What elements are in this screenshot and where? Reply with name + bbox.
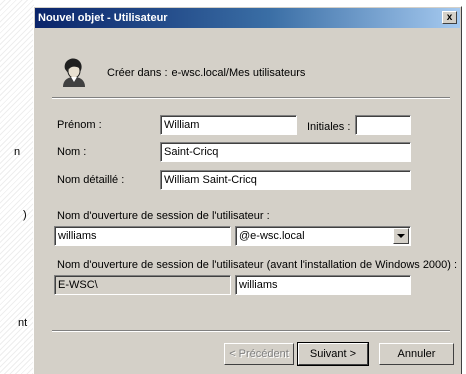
next-button[interactable]: Suivant > xyxy=(297,342,369,366)
user-icon xyxy=(63,58,85,87)
cancel-button[interactable]: Annuler xyxy=(379,343,454,365)
full-name-input[interactable]: William Saint-Cricq xyxy=(160,170,411,190)
full-name-label: Nom détaillé : xyxy=(57,174,125,186)
pre2000-logon-label: Nom d'ouverture de session de l'utilisat… xyxy=(57,259,458,271)
pre2000-domain-field: E-WSC\ xyxy=(54,275,231,295)
initials-input[interactable] xyxy=(355,115,411,135)
dialog-header: Créer dans : e-wsc.local/Mes utilisateurs xyxy=(35,29,460,97)
first-name-label: Prénom : xyxy=(57,119,102,131)
logon-name-input[interactable]: williams xyxy=(54,226,231,246)
header-divider xyxy=(52,97,450,99)
last-name-label: Nom : xyxy=(57,146,87,158)
chevron-down-icon xyxy=(397,234,405,238)
title-bar[interactable]: Nouvel objet - Utilisateur x xyxy=(35,8,460,28)
domain-dropdown-button[interactable] xyxy=(393,228,409,244)
domain-select[interactable]: @e-wsc.local xyxy=(235,226,411,246)
background-text: ) xyxy=(23,209,27,221)
pre2000-logon-input[interactable]: williams xyxy=(235,275,411,295)
create-in-location: Créer dans : e-wsc.local/Mes utilisateurs xyxy=(107,67,309,79)
create-in-label: Créer dans : xyxy=(107,67,168,79)
new-user-dialog: Nouvel objet - Utilisateur x Créer dans … xyxy=(33,6,462,374)
close-button[interactable]: x xyxy=(442,11,457,24)
domain-select-value: @e-wsc.local xyxy=(239,230,305,242)
background-text: nt xyxy=(18,317,28,329)
close-icon: x xyxy=(446,11,453,23)
first-name-input[interactable]: William xyxy=(160,115,297,135)
background-text: n xyxy=(14,146,21,158)
initials-label: Initiales : xyxy=(307,121,351,133)
footer-divider xyxy=(52,330,450,332)
create-in-path: e-wsc.local/Mes utilisateurs xyxy=(171,67,306,79)
background-page xyxy=(0,0,34,374)
dialog-title: Nouvel objet - Utilisateur xyxy=(38,12,168,24)
previous-button[interactable]: < Précédent xyxy=(224,343,294,365)
last-name-input[interactable]: Saint-Cricq xyxy=(160,142,411,162)
logon-name-label: Nom d'ouverture de session de l'utilisat… xyxy=(57,210,270,222)
